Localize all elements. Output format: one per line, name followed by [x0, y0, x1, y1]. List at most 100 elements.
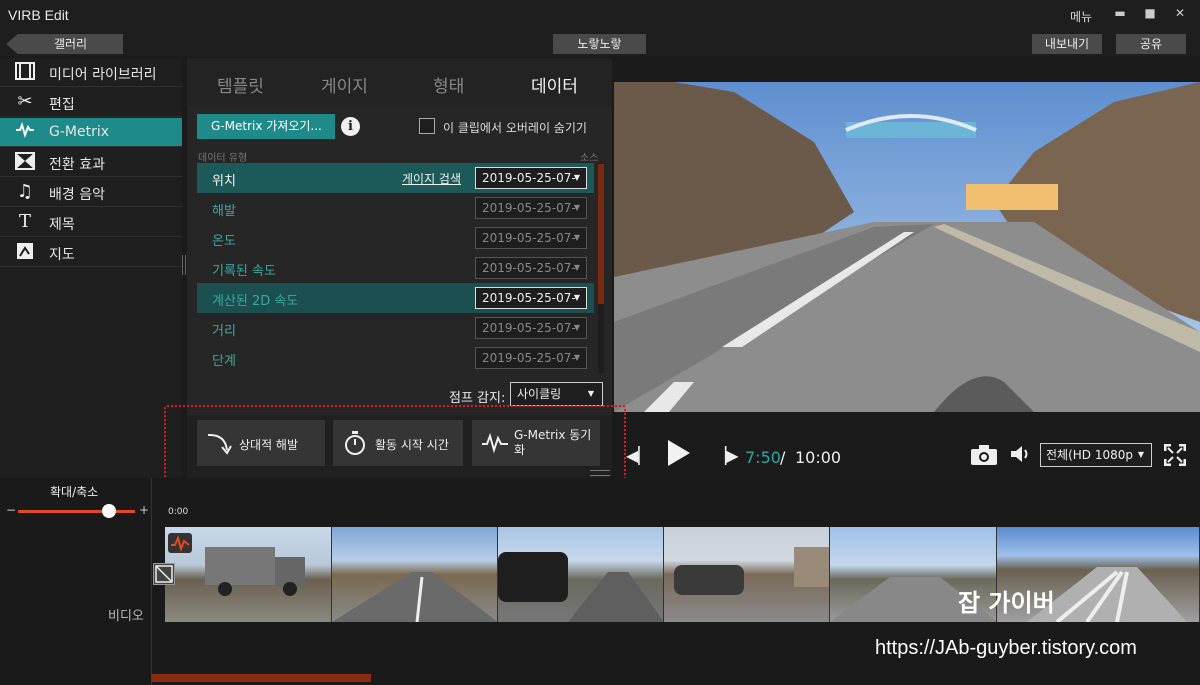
- source-select[interactable]: 2019-05-25-07- ▼: [475, 347, 587, 369]
- data-type-list: 위치 게이지 검색 2019-05-25-07- ▼ 해발 2019-05-25-…: [197, 163, 594, 373]
- time-separator: /: [780, 448, 786, 467]
- list-item[interactable]: 해발 2019-05-25-07- ▼: [197, 193, 594, 223]
- sidebar-item-media-library[interactable]: 미디어 라이브러리: [0, 58, 182, 87]
- panel-tabs: 템플릿 게이지 형태 데이터: [187, 58, 612, 106]
- list-item[interactable]: 위치 게이지 검색 2019-05-25-07- ▼: [197, 163, 594, 193]
- data-type-name: 단계: [212, 354, 236, 369]
- transition-icon[interactable]: [153, 563, 175, 585]
- source-select[interactable]: 2019-05-25-07- ▼: [475, 227, 587, 249]
- gmetrix-import-button[interactable]: G-Metrix 가져오기...: [197, 114, 335, 139]
- dropdown-arrow-icon: ▼: [573, 293, 580, 302]
- close-icon[interactable]: ✕: [1170, 6, 1190, 24]
- clip-thumbnail[interactable]: [664, 527, 830, 622]
- list-item[interactable]: 계산된 2D 속도 2019-05-25-07- ▼: [197, 283, 594, 313]
- next-frame-icon[interactable]: ▕▶: [714, 446, 739, 465]
- source-select[interactable]: 2019-05-25-07- ▼: [475, 287, 587, 309]
- data-type-name: 온도: [212, 234, 236, 249]
- gauge-search-link[interactable]: 게이지 검색: [402, 170, 461, 187]
- project-name[interactable]: 노랗노랗: [553, 34, 646, 54]
- previous-frame-icon[interactable]: ◀▏: [626, 446, 651, 465]
- camera-icon[interactable]: [970, 444, 998, 470]
- watermark-url: https://JAb-guyber.tistory.com: [875, 637, 1137, 659]
- column-header-source: 소스: [580, 153, 599, 164]
- list-item[interactable]: 거리 2019-05-25-07- ▼: [197, 313, 594, 343]
- dropdown-arrow-icon: ▼: [587, 389, 594, 398]
- sidebar-item-music[interactable]: ♫ 배경 음악: [0, 178, 182, 207]
- data-type-name: 계산된 2D 속도: [212, 294, 299, 309]
- title-t-icon: T: [18, 211, 31, 232]
- source-select[interactable]: 2019-05-25-07- ▼: [475, 167, 587, 189]
- data-type-name: 거리: [212, 324, 236, 339]
- sidebar-item-label: 지도: [49, 247, 75, 263]
- watermark-name: 잡 가이버: [958, 589, 1055, 617]
- zoom-slider-handle[interactable]: [102, 504, 116, 518]
- total-time: 10:00: [795, 448, 842, 467]
- gmetrix-icon: [14, 121, 36, 142]
- column-header-data-type: 데이터 유형: [198, 153, 248, 164]
- sidebar-item-label: 전환 효과: [49, 157, 105, 173]
- sidebar-item-label: 미디어 라이브러리: [49, 67, 157, 83]
- dropdown-arrow-icon: ▼: [573, 263, 580, 272]
- list-item[interactable]: 기록된 속도 2019-05-25-07- ▼: [197, 253, 594, 283]
- toolbar: 갤러리 노랗노랗 내보내기 공유: [0, 32, 1200, 56]
- minimize-icon[interactable]: ▬: [1110, 6, 1130, 24]
- gmetrix-clip-badge[interactable]: [168, 533, 192, 553]
- quality-select[interactable]: 전체(HD 1080p ▼: [1040, 443, 1152, 467]
- jump-detect-label: 점프 감지:: [449, 391, 506, 406]
- list-item[interactable]: 온도 2019-05-25-07- ▼: [197, 223, 594, 253]
- sidebar-item-label: 제목: [49, 217, 75, 233]
- volume-icon[interactable]: [1010, 444, 1032, 468]
- dropdown-arrow-icon: ▼: [573, 353, 580, 362]
- clip-thumbnail[interactable]: [332, 527, 498, 622]
- sidebar-item-label: 편집: [49, 97, 75, 113]
- tab-template[interactable]: 템플릿: [217, 72, 264, 97]
- list-scrollbar-thumb[interactable]: [598, 164, 604, 304]
- dropdown-arrow-icon: ▼: [1137, 450, 1144, 459]
- track-header-divider: [151, 478, 152, 685]
- sidebar-item-map[interactable]: 지도: [0, 238, 182, 267]
- film-icon: [14, 62, 36, 82]
- gallery-button[interactable]: 갤러리: [6, 34, 123, 54]
- dropdown-arrow-icon: ▼: [573, 203, 580, 212]
- maximize-icon[interactable]: ■: [1140, 6, 1160, 24]
- hide-overlay-checkbox[interactable]: [419, 118, 435, 134]
- fullscreen-icon[interactable]: [1163, 443, 1187, 470]
- source-select[interactable]: 2019-05-25-07- ▼: [475, 257, 587, 279]
- zoom-slider[interactable]: [18, 510, 135, 513]
- share-button[interactable]: 공유: [1116, 34, 1186, 54]
- sidebar-item-label: 배경 음악: [49, 187, 105, 203]
- dropdown-arrow-icon: ▼: [573, 323, 580, 332]
- zoom-in-button[interactable]: +: [139, 503, 149, 517]
- clip-thumbnail[interactable]: [498, 527, 664, 622]
- play-icon[interactable]: [666, 438, 692, 472]
- source-select[interactable]: 2019-05-25-07- ▼: [475, 317, 587, 339]
- source-select[interactable]: 2019-05-25-07- ▼: [475, 197, 587, 219]
- tab-shape[interactable]: 형태: [433, 72, 464, 97]
- current-time: 7:50: [745, 448, 781, 467]
- sidebar-splitter[interactable]: [182, 255, 186, 275]
- scissors-icon: ✂: [17, 91, 33, 112]
- zoom-out-button[interactable]: −: [6, 503, 16, 517]
- sidebar-item-edit[interactable]: ✂ 편집: [0, 88, 182, 117]
- title-bar: VIRB Edit 메뉴 ▬ ■ ✕: [0, 0, 1200, 32]
- timeline-scrollbar[interactable]: [151, 674, 371, 682]
- data-type-name: 해발: [212, 204, 236, 219]
- data-type-name: 기록된 속도: [212, 264, 276, 279]
- sidebar-item-title[interactable]: T 제목: [0, 208, 182, 237]
- tab-gauge[interactable]: 게이지: [321, 72, 368, 97]
- sidebar-item-transitions[interactable]: 전환 효과: [0, 148, 182, 177]
- jump-detect-select[interactable]: 사이클링 ▼: [510, 382, 603, 406]
- export-button[interactable]: 내보내기: [1032, 34, 1102, 54]
- transition-icon: [14, 152, 36, 172]
- sidebar-item-gmetrix[interactable]: G-Metrix: [0, 118, 182, 147]
- dropdown-arrow-icon: ▼: [573, 173, 580, 182]
- map-icon: [14, 242, 36, 262]
- info-icon[interactable]: i: [341, 117, 360, 136]
- sidebar-item-label: G-Metrix: [49, 124, 110, 140]
- music-note-icon: ♫: [16, 181, 34, 202]
- video-preview[interactable]: [614, 82, 1200, 412]
- video-track-label: 비디오: [108, 609, 144, 624]
- list-item[interactable]: 단계 2019-05-25-07- ▼: [197, 343, 594, 373]
- tab-data[interactable]: 데이터: [531, 72, 578, 97]
- menu-button[interactable]: 메뉴: [1070, 8, 1092, 25]
